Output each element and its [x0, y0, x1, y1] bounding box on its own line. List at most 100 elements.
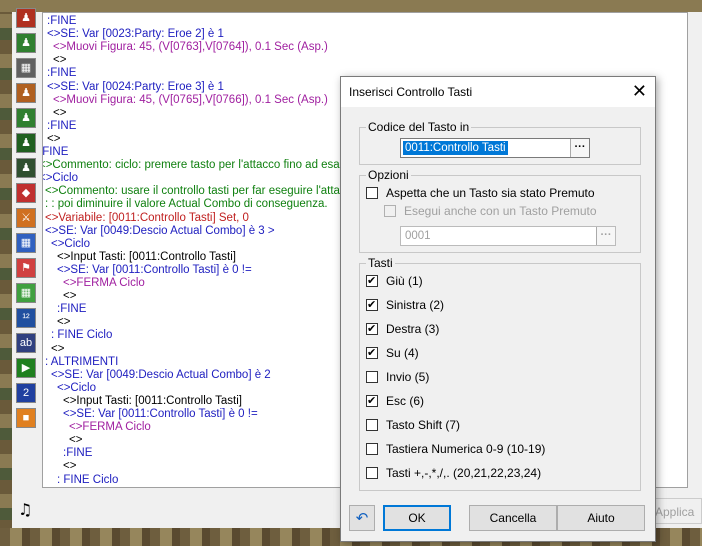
character-icon[interactable]: ♟ [16, 33, 36, 53]
checkbox-box[interactable] [366, 443, 378, 455]
key-checkbox-label: Invio (5) [386, 370, 430, 384]
checkmark-icon: ✔ [367, 298, 377, 311]
event-command-line[interactable]: : FINE Ciclo [57, 474, 118, 487]
event-command-line[interactable]: <>Input Tasti: [0011:Controllo Tasti] [57, 251, 236, 264]
event-command-line[interactable]: : : poi diminuire il valore Actual Combo… [45, 198, 328, 211]
event-command-line[interactable]: <>SE: Var [0049:Descio Actual Combo] è 2 [51, 369, 271, 382]
time-variable-value: 0001 [405, 230, 431, 242]
event-command-line[interactable]: <>Muovi Figura: 45, (V[0765],V[0766]), 0… [53, 94, 328, 107]
help-button[interactable]: Aiuto [557, 505, 645, 531]
event-command-line[interactable]: <>SE: Var [0011:Controllo Tasti] è 0 != [57, 264, 252, 277]
flag-icon[interactable]: ⚑ [16, 258, 36, 278]
checkbox-box[interactable]: ✔ [366, 394, 378, 407]
options-group: Opzioni Aspetta che un Tasto sia stato P… [359, 168, 641, 253]
checkmark-icon: ✔ [367, 346, 377, 359]
event-command-line[interactable]: <>SE: Var [0011:Controllo Tasti] è 0 != [63, 408, 258, 421]
event-command-toolbar: ♟ ♟ ▦ ♟ ♟ ♟ ♟ ◆ ⚔ ▦ ⚑ ▦ ¹² ab ▶ 2 ■ [14, 8, 38, 428]
key-code-variable-field[interactable]: 0011:Controllo Tasti ··· [400, 138, 590, 158]
ok-button[interactable]: OK [383, 505, 451, 531]
event-command-line[interactable]: <> [53, 54, 66, 67]
event-command-line[interactable]: :FINE [47, 15, 76, 28]
event-command-line[interactable]: <>Ciclo [51, 238, 90, 251]
key-input-dialog: Inserisci Controllo Tasti ✕ Codice del T… [340, 76, 656, 542]
event-command-line[interactable]: <>SE: Var [0023:Party: Eroe 2] è 1 [47, 28, 224, 41]
event-command-line[interactable]: <> [63, 290, 76, 303]
undo-icon[interactable]: ↶ [349, 505, 375, 531]
map-icon[interactable]: ▦ [16, 58, 36, 78]
key-code-group: Codice del Tasto in 0011:Controllo Tasti… [359, 120, 641, 165]
browse-time-button: ··· [596, 227, 615, 245]
checkmark-icon: ✔ [367, 394, 377, 407]
event-command-line[interactable]: <>Ciclo [57, 382, 96, 395]
character-icon[interactable]: ♟ [16, 133, 36, 153]
event-command-line[interactable]: <>Muovi Figura: 45, (V[0763],V[0764]), 0… [53, 41, 328, 54]
map-icon[interactable]: ▦ [16, 233, 36, 253]
event-command-line[interactable]: <> [47, 133, 60, 146]
checkmark-icon: ✔ [367, 322, 377, 335]
checkbox-box[interactable] [366, 419, 378, 431]
keys-group: Tasti ✔ Giù (1) ✔ Sinistra (2) ✔ Destra (3) ✔ S… [359, 256, 641, 491]
event-command-line[interactable]: <> [51, 343, 64, 356]
key-checkbox-label: Su (4) [386, 346, 419, 360]
event-command-line[interactable]: <>FERMA Ciclo [69, 421, 151, 434]
event-command-line[interactable]: : ALTRIMENTI [45, 356, 118, 369]
event-command-line[interactable]: <>SE: Var [0049:Descio Actual Combo] è 3… [45, 225, 275, 238]
checkbox-box[interactable]: ✔ [366, 322, 378, 335]
checkbox-box [384, 205, 396, 217]
also-while-pressed-label: Esegui anche con un Tasto Premuto [404, 204, 597, 218]
event-command-line[interactable]: :FINE [47, 120, 76, 133]
key-code-variable-value: 0011:Controllo Tasti [403, 141, 508, 155]
event-command-line[interactable]: :FINE [57, 303, 86, 316]
battle-icon[interactable]: ⚔ [16, 208, 36, 228]
checkbox-box[interactable] [366, 187, 378, 199]
checkmark-icon: ✔ [367, 274, 377, 287]
checkbox-box[interactable]: ✔ [366, 298, 378, 311]
key-checkbox-label: Giù (1) [386, 274, 423, 288]
event-command-line[interactable]: <> [57, 316, 70, 329]
event-command-line[interactable]: <>Variabile: [0011:Controllo Tasti] Set,… [45, 212, 249, 225]
event-command-line[interactable]: <>SE: Var [0024:Party: Eroe 3] è 1 [47, 81, 224, 94]
box-icon[interactable]: ■ [16, 408, 36, 428]
key-checkbox-label: Destra (3) [386, 322, 440, 336]
event-command-line[interactable]: <>Input Tasti: [0011:Controllo Tasti] [63, 395, 242, 408]
time-variable-field: 0001 ··· [400, 226, 616, 246]
event-command-line[interactable]: :FINE [47, 67, 76, 80]
options-group-label: Opzioni [366, 168, 411, 182]
event-command-line[interactable]: <> [69, 434, 82, 447]
map-background-left [0, 0, 12, 546]
text-icon[interactable]: ab [16, 333, 36, 353]
character-icon[interactable]: ♟ [16, 83, 36, 103]
character-icon[interactable]: ♟ [16, 158, 36, 178]
grid-icon[interactable]: ▦ [16, 283, 36, 303]
event-command-line[interactable]: <>FERMA Ciclo [63, 277, 145, 290]
character-icon[interactable]: ♟ [16, 8, 36, 28]
checkbox-box[interactable] [366, 467, 378, 479]
dialog-button-bar: ↶ OK Cancella Aiuto [341, 501, 655, 541]
event-command-line[interactable]: :FINE [43, 146, 68, 159]
event-command-line[interactable]: <>Commento: ciclo: premere tasto per l'a… [43, 159, 384, 172]
event-command-line[interactable]: <> [63, 460, 76, 473]
play-icon[interactable]: ▶ [16, 358, 36, 378]
map-background-top [0, 0, 702, 12]
dialog-title: Inserisci Controllo Tasti [349, 85, 473, 99]
event-command-line[interactable]: <> [53, 107, 66, 120]
cancel-button[interactable]: Cancella [469, 505, 557, 531]
item-icon[interactable]: ◆ [16, 183, 36, 203]
key-checkbox-label: Sinistra (2) [386, 298, 445, 312]
numbers-icon[interactable]: ¹² [16, 308, 36, 328]
checkbox-box[interactable]: ✔ [366, 346, 378, 359]
event-command-line[interactable]: <>Ciclo [43, 172, 78, 185]
character-icon[interactable]: ♟ [16, 108, 36, 128]
key-checkbox-label: Tastiera Numerica 0-9 (10-19) [386, 442, 546, 456]
event-command-line[interactable]: :FINE [63, 447, 92, 460]
wait-for-key-label: Aspetta che un Tasto sia stato Premuto [386, 186, 595, 200]
dialog-title-bar: Inserisci Controllo Tasti ✕ [341, 77, 655, 107]
checkbox-box[interactable]: ✔ [366, 274, 378, 287]
page-2-icon[interactable]: 2 [16, 383, 36, 403]
event-command-line[interactable]: : FINE Ciclo [51, 329, 112, 342]
close-icon[interactable]: ✕ [632, 81, 647, 101]
music-note-icon[interactable]: ♫ [18, 500, 32, 519]
checkbox-box[interactable] [366, 371, 378, 383]
event-command-line[interactable]: <>Commento: usare il controllo tasti per… [45, 185, 358, 198]
browse-variable-button[interactable]: ··· [570, 139, 589, 157]
